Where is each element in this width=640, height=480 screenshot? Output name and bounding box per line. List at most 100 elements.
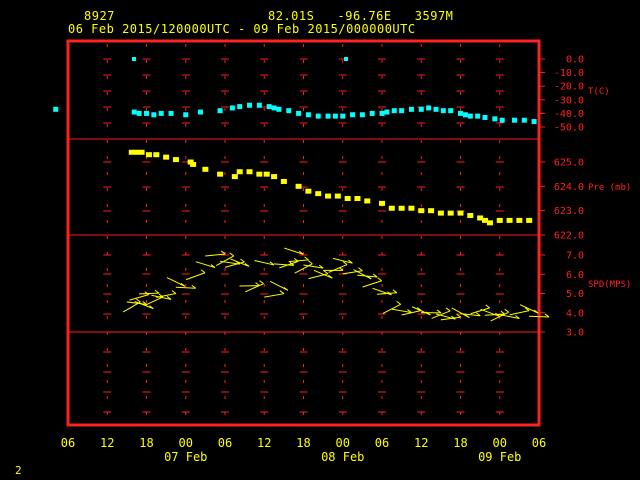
pressure-point — [190, 161, 197, 167]
wind-vector — [195, 261, 216, 269]
x-tick-label: 06 — [218, 436, 232, 450]
x-tick-label: 00 — [493, 436, 507, 450]
pressure-point — [437, 210, 444, 216]
x-date-label: 07 Feb — [164, 450, 207, 464]
pressure-point — [496, 217, 503, 223]
pressure-point — [305, 188, 312, 194]
wind-arrowhead — [240, 258, 245, 263]
temperature-point — [168, 110, 174, 116]
y-tick-label: 622.0 — [554, 231, 584, 242]
wind-arrowhead — [136, 298, 141, 303]
pressure-point — [263, 171, 270, 177]
x-tick-label: 12 — [414, 436, 428, 450]
pressure-point — [398, 205, 405, 211]
pressure-point — [447, 210, 454, 216]
x-tick-label: 00 — [336, 436, 350, 450]
wind-vector — [144, 296, 164, 306]
plot-frame — [66, 39, 541, 427]
x-tick-label: 06 — [375, 436, 389, 450]
x-tick-label: 12 — [257, 436, 271, 450]
temperature-point — [384, 109, 390, 115]
pressure-point — [271, 174, 278, 180]
wind-arrowhead — [279, 290, 285, 295]
wind-vector — [138, 292, 159, 295]
wind-arrowhead — [304, 256, 309, 261]
temperature-point — [296, 110, 302, 116]
y-tick-label: 623.0 — [554, 206, 584, 217]
wind-arrowhead — [171, 290, 177, 294]
temperature-point — [237, 104, 243, 110]
temperature-point — [136, 110, 142, 116]
temperature-point — [217, 108, 223, 114]
wind-arrowhead — [200, 269, 206, 274]
temperature-point — [158, 110, 164, 116]
temperature-point — [511, 117, 517, 123]
wind-vector — [175, 286, 196, 289]
pressure-point — [280, 178, 287, 184]
pressure-point — [334, 193, 341, 199]
wind-vector — [308, 273, 329, 280]
pressure-point — [236, 169, 243, 175]
panel-y-label: SPD(MPS) — [588, 280, 631, 290]
wind-arrowhead — [229, 252, 235, 257]
pressure-point — [325, 193, 332, 199]
x-tick-label: 06 — [61, 436, 75, 450]
temperature-point — [271, 105, 277, 111]
pressure-point — [408, 205, 415, 211]
temperature-point — [350, 112, 356, 118]
temperature-point — [151, 112, 157, 118]
page-number: 2 — [15, 464, 23, 477]
meteogram-chart: 06 12 18 00 06 12 18 00 06 12 18 00 06 07 Feb 08 Feb 09… — [53, 39, 631, 464]
temperature-point — [391, 108, 397, 114]
wind-vector — [288, 259, 309, 263]
wind-arrowhead — [396, 300, 402, 305]
wind-arrowhead — [445, 307, 451, 312]
wind-vector — [284, 247, 304, 255]
temperature-point — [344, 57, 348, 61]
wind-vector — [245, 283, 264, 293]
pressure-point — [138, 149, 145, 155]
y-tick-label: 624.0 — [554, 182, 584, 193]
y-tick-label: 4.0 — [566, 308, 584, 319]
pressure-point — [172, 157, 179, 163]
wind-arrowhead — [392, 289, 398, 294]
temperature-point — [467, 113, 473, 119]
wind-vector — [328, 264, 348, 273]
y-tick-label: -50.0 — [554, 123, 584, 134]
temperature-point — [266, 104, 272, 110]
pressure-point — [388, 205, 395, 211]
y-tick-label: 625.0 — [554, 158, 584, 169]
temperature-point — [492, 116, 498, 122]
pressure-point — [246, 169, 253, 175]
pressure-point — [428, 208, 435, 214]
x-tick-label: 12 — [100, 436, 114, 450]
wind-arrowhead — [504, 308, 510, 313]
temperature-point — [53, 106, 59, 112]
pressure-point — [153, 152, 160, 158]
temperature-point — [305, 112, 311, 118]
x-tick-label: 00 — [179, 436, 193, 450]
wind-vector — [362, 280, 382, 288]
temperature-point — [229, 105, 235, 111]
wind-vector — [269, 280, 289, 291]
y-tick-label: -40.0 — [554, 109, 584, 120]
temperature-point — [369, 110, 375, 116]
wind-vector — [166, 277, 186, 287]
x-tick-label: 06 — [532, 436, 546, 450]
wind-arrowhead — [308, 260, 313, 265]
pressure-point — [315, 191, 322, 197]
y-tick-label: -20.0 — [554, 82, 584, 93]
pressure-point — [467, 213, 474, 219]
pressure-point — [526, 217, 533, 223]
pressure-point — [354, 196, 361, 201]
y-tick-label: 3.0 — [566, 328, 584, 339]
wind-arrowhead — [259, 280, 264, 285]
wind-vector — [216, 255, 234, 267]
temperature-point — [408, 106, 414, 112]
temperature-point — [418, 106, 424, 112]
temperature-point — [256, 102, 262, 108]
temperature-point — [325, 113, 331, 119]
pressure-point — [506, 217, 513, 223]
wind-vector — [376, 292, 397, 295]
temperature-point — [482, 114, 488, 120]
